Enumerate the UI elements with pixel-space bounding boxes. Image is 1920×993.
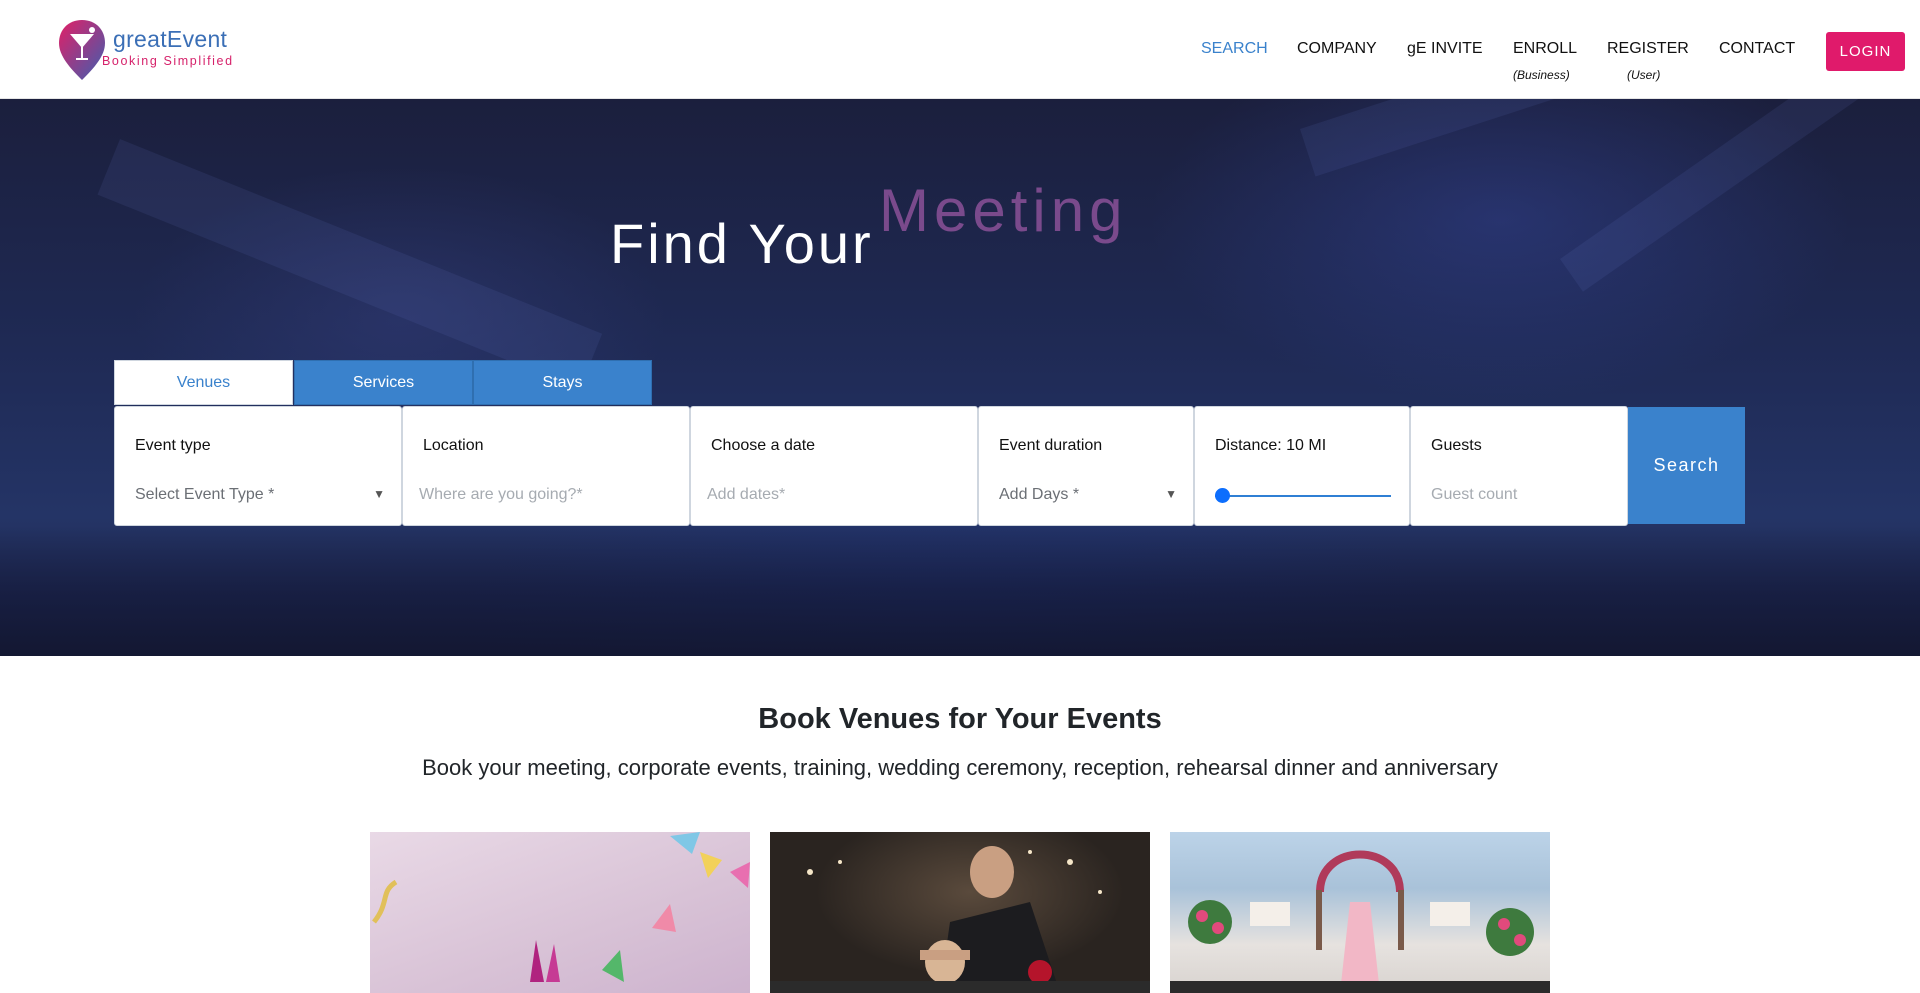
- guests-field[interactable]: Guests Guest count: [1410, 406, 1628, 526]
- beach-wedding-photo-icon: [1188, 850, 1534, 993]
- event-type-field[interactable]: Event type Select Event Type * ▼: [114, 406, 402, 526]
- guests-label: Guests: [1431, 437, 1482, 454]
- nav-register-sub: (User): [1627, 68, 1661, 82]
- chevron-down-icon: ▼: [1165, 487, 1177, 501]
- nav-company[interactable]: COMPANY: [1297, 40, 1377, 58]
- brand-tagline: Booking Simplified: [102, 54, 234, 68]
- card-caption-bar: [770, 981, 1150, 993]
- duration-field[interactable]: Event duration Add Days * ▼: [978, 406, 1194, 526]
- crowd-silhouette: [0, 526, 1920, 656]
- light-beam: [1560, 99, 1862, 292]
- event-type-select[interactable]: Select Event Type *: [135, 486, 274, 504]
- distance-field[interactable]: Distance: 10 MI: [1194, 406, 1410, 526]
- couple-photo-icon: [807, 846, 1102, 993]
- duration-label: Event duration: [999, 437, 1103, 454]
- distance-slider-thumb[interactable]: [1215, 488, 1230, 503]
- tab-venues[interactable]: Venues: [114, 360, 293, 405]
- site-logo[interactable]: greatEvent Booking Simplified: [56, 18, 246, 82]
- card-caption-bar: [1170, 981, 1550, 993]
- tab-stays[interactable]: Stays: [473, 360, 652, 405]
- nav-enroll-sub: (Business): [1513, 68, 1570, 82]
- hero-banner: Find Your Meeting Venues Services Stays …: [0, 99, 1920, 656]
- hero-title: Find Your: [610, 212, 874, 275]
- venue-card-beach-wedding[interactable]: [1170, 832, 1550, 993]
- date-input[interactable]: Add dates*: [707, 486, 785, 504]
- location-input[interactable]: Where are you going?*: [419, 486, 583, 504]
- nav-register[interactable]: REGISTER: [1607, 40, 1689, 58]
- tab-services[interactable]: Services: [294, 360, 473, 405]
- venue-card-couple[interactable]: [770, 832, 1150, 993]
- login-button[interactable]: LOGIN: [1826, 32, 1905, 71]
- nav-enroll[interactable]: ENROLL: [1513, 40, 1577, 58]
- duration-select[interactable]: Add Days *: [999, 486, 1079, 504]
- search-button[interactable]: Search: [1628, 407, 1745, 524]
- date-label: Choose a date: [711, 437, 816, 454]
- nav-contact[interactable]: CONTACT: [1719, 40, 1795, 58]
- section-title: Book Venues for Your Events: [758, 703, 1162, 735]
- nav-ge-invite[interactable]: gE INVITE: [1407, 40, 1483, 58]
- cocktail-pin-icon: [59, 20, 105, 80]
- location-field[interactable]: Location Where are you going?*: [402, 406, 690, 526]
- nav-search[interactable]: SEARCH: [1201, 40, 1268, 58]
- date-field[interactable]: Choose a date Add dates*: [690, 406, 978, 526]
- site-header: greatEvent Booking Simplified SEARCH COM…: [0, 0, 1920, 99]
- guests-input[interactable]: Guest count: [1431, 486, 1517, 504]
- location-label: Location: [423, 437, 484, 454]
- venue-card-party[interactable]: [370, 832, 750, 993]
- distance-slider-track[interactable]: [1215, 495, 1391, 497]
- hero-rotating-word: Meeting: [879, 177, 1128, 244]
- party-photo-icon: [371, 832, 750, 982]
- light-beam: [97, 139, 603, 390]
- event-type-label: Event type: [135, 437, 211, 454]
- distance-label: Distance: 10 MI: [1215, 437, 1327, 454]
- brand-name: greatEvent: [113, 26, 228, 52]
- chevron-down-icon: ▼: [373, 487, 385, 501]
- section-subtitle: Book your meeting, corporate events, tra…: [422, 755, 1498, 780]
